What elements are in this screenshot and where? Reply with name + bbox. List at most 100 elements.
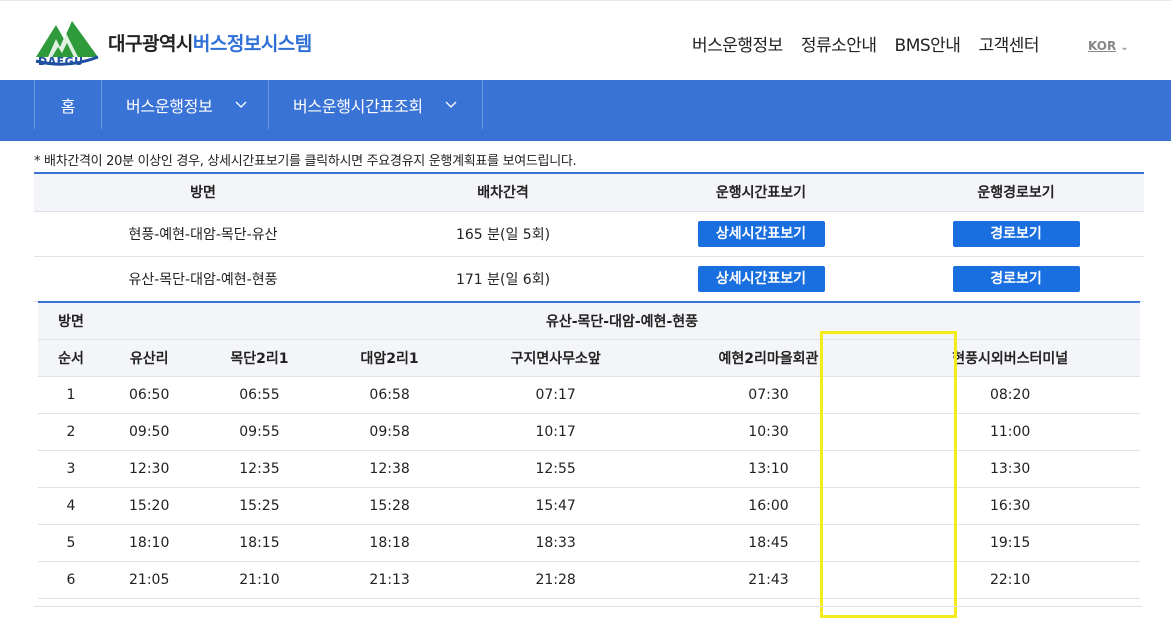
time-cell: 12:30 [104,450,195,488]
route-direction: 현풍-예현-대암-목단-유산 [34,211,372,257]
top-nav-bus-info[interactable]: 버스운행정보 [692,31,783,56]
route-interval: 171 분(일 6회) [372,256,634,302]
time-cell: 15:28 [324,487,455,525]
time-cell: 12:38 [324,450,455,488]
time-cell: 21:43 [656,561,881,599]
breadcrumb-level1[interactable]: 버스운행정보 [101,80,268,129]
time-cell: 15:25 [194,487,325,525]
stop-name: 현풍시외버스터미널 [880,339,1140,377]
time-cell: 07:17 [454,376,657,414]
table-row: 6 21:05 21:10 21:13 21:28 21:43 22:10 [38,561,1140,599]
language-selector[interactable]: KOR ⌄ [1088,39,1129,53]
time-cell: 21:13 [324,561,455,599]
time-cell: 18:15 [194,524,325,562]
time-cell: 07:30 [656,376,881,414]
top-nav-customer-center[interactable]: 고객센터 [978,31,1039,56]
time-cell: 09:58 [324,413,455,451]
header-direction: 방면 [34,173,372,212]
time-cell: 21:10 [194,561,325,599]
run-order: 4 [38,487,104,525]
timetable-cell: 상세시간표보기 [634,256,888,302]
time-cell: 13:10 [656,450,881,488]
site-title-system: 버스정보시스템 [192,33,312,55]
stop-name: 구지면사무소앞 [454,339,657,377]
top-nav-bms-guide[interactable]: BMS안내 [895,31,961,56]
table-row: 1 06:50 06:55 06:58 07:17 07:30 08:20 [38,376,1140,414]
direction-value: 유산-목단-대암-예현-현풍 [104,302,1140,340]
chevron-down-icon [445,101,457,108]
route-cell: 경로보기 [888,256,1144,302]
time-cell: 06:55 [194,376,325,414]
time-cell: 12:35 [194,450,325,488]
time-cell: 18:33 [454,524,657,562]
breadcrumb-divider [482,80,483,129]
time-cell: 11:00 [880,413,1140,451]
chevron-down-icon [235,101,246,108]
detail-timetable-button[interactable]: 상세시간표보기 [697,220,825,247]
table-row: 유산-목단-대암-예현-현풍 171 분(일 6회) 상세시간표보기 경로보기 [34,256,1144,302]
time-cell: 08:20 [880,376,1140,414]
breadcrumb-home-label: 홈 [60,96,76,116]
time-cell: 21:05 [104,561,195,599]
time-cell: 16:30 [880,487,1140,525]
view-route-button[interactable]: 경로보기 [952,220,1080,247]
notice-text: * 배차간격이 20분 이상인 경우, 상세시간표보기를 클릭하시면 주요경유지… [34,154,577,169]
chevron-down-icon: ⌄ [1120,42,1129,53]
view-route-button[interactable]: 경로보기 [952,265,1080,292]
route-cell: 경로보기 [888,211,1144,257]
breadcrumb-level2[interactable]: 버스운행시간표조회 [268,80,482,129]
time-cell: 21:28 [454,561,657,599]
time-cell: 19:15 [880,524,1140,562]
run-order: 1 [38,376,104,414]
stop-name: 예현2리마을회관 [656,339,881,377]
header-timetable: 운행시간표보기 [634,173,888,212]
run-order: 3 [38,450,104,488]
time-cell: 09:55 [194,413,325,451]
time-cell: 18:10 [104,524,195,562]
time-cell: 18:18 [324,524,455,562]
language-label: KOR [1088,39,1117,53]
stop-name: 목단2리1 [194,339,325,377]
run-order: 6 [38,561,104,599]
table-row: 4 15:20 15:25 15:28 15:47 16:00 16:30 [38,487,1140,525]
direction-label: 방면 [38,302,104,340]
top-nav: 버스운행정보 정류소안내 BMS안내 고객센터 [692,31,1040,56]
order-label: 순서 [38,339,104,377]
table-row: 3 12:30 12:35 12:38 12:55 13:10 13:30 [38,450,1140,488]
timetable-cell: 상세시간표보기 [634,211,888,257]
time-cell: 06:58 [324,376,455,414]
site-header: DAEGU 대구광역시버스정보시스템 버스운행정보 정류소안내 BMS안내 고객… [0,0,1171,80]
schedule-table: 방면 유산-목단-대암-예현-현풍 순서 유산리 목단2리1 대암2리1 구지면… [38,301,1140,599]
top-nav-stop-guide[interactable]: 정류소안내 [801,31,877,56]
schedule-direction-row: 방면 유산-목단-대암-예현-현풍 [38,302,1140,340]
time-cell: 15:20 [104,487,195,525]
time-cell: 10:17 [454,413,657,451]
time-cell: 06:50 [104,376,195,414]
site-title[interactable]: 대구광역시버스정보시스템 [108,29,312,56]
breadcrumb-home[interactable]: 홈 [34,80,101,129]
site-title-city: 대구광역시 [108,33,193,55]
table-row: 2 09:50 09:55 09:58 10:17 10:30 11:00 [38,413,1140,451]
time-cell: 13:30 [880,450,1140,488]
time-cell: 09:50 [104,413,195,451]
run-order: 5 [38,524,104,562]
table-row: 현풍-예현-대암-목단-유산 165 분(일 5회) 상세시간표보기 경로보기 [34,211,1144,257]
route-interval: 165 분(일 5회) [372,211,634,257]
route-direction: 유산-목단-대암-예현-현풍 [34,256,372,302]
breadcrumb-level1-label: 버스운행정보 [126,96,213,116]
bottom-divider [34,606,1142,607]
header-interval: 배차간격 [372,173,634,212]
table-row: 5 18:10 18:15 18:18 18:33 18:45 19:15 [38,524,1140,562]
detail-timetable-button[interactable]: 상세시간표보기 [697,265,825,292]
breadcrumb-bar: 홈 버스운행정보 버스운행시간표조회 [0,80,1171,141]
time-cell: 18:45 [656,524,881,562]
header-route: 운행경로보기 [888,173,1144,212]
breadcrumb-level2-label: 버스운행시간표조회 [293,96,423,116]
time-cell: 10:30 [656,413,881,451]
table-header-row: 방면 배차간격 운행시간표보기 운행경로보기 [34,173,1144,212]
run-order: 2 [38,413,104,451]
route-summary-table: 방면 배차간격 운행시간표보기 운행경로보기 현풍-예현-대암-목단-유산 16… [34,172,1144,302]
time-cell: 22:10 [880,561,1140,599]
time-cell: 12:55 [454,450,657,488]
logo-text: DAEGU [38,55,84,68]
